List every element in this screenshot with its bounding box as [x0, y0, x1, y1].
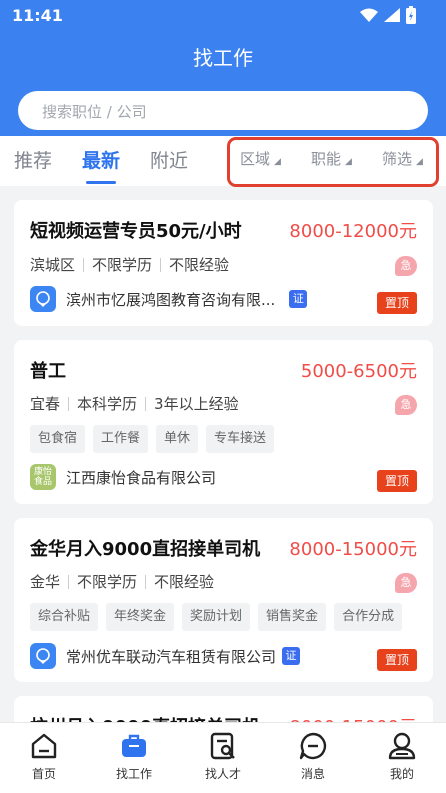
status-time: 11:41 [12, 6, 63, 25]
nav-messages[interactable]: 消息 [283, 731, 343, 782]
company-name: 江西康怡食品有限公司 [66, 468, 217, 487]
search-input[interactable]: 搜索职位 / 公司 [18, 91, 428, 130]
job-card[interactable]: 普工 5000-6500元 宜春 本科学历 3年以上经验 急 包食宿 工作餐 单… [14, 340, 433, 504]
urgent-badge: 急 [395, 573, 417, 593]
active-tab-indicator [86, 181, 116, 184]
job-tag: 包食宿 [30, 425, 86, 453]
job-location: 滨城区 [30, 256, 76, 274]
job-tag: 年终奖金 [106, 603, 175, 631]
company-name: 常州优车联动汽车租赁有限公司 [66, 647, 277, 666]
job-title: 短视频运营专员50元/小时 [30, 221, 242, 242]
bottom-navigation: 首页 找工作 找人才 消息 我的 [0, 722, 446, 793]
search-placeholder: 搜索职位 / 公司 [42, 103, 147, 121]
company-row: 康怡 食品 江西康怡食品有限公司 [30, 464, 216, 490]
company-logo: 康怡 食品 [30, 464, 56, 490]
certified-badge: 证 [289, 290, 308, 308]
job-tags: 综合补贴 年终奖金 奖励计划 销售奖金 合作分成 [30, 603, 403, 631]
company-row: 常州优车联动汽车租赁有限公司 证 [30, 643, 301, 669]
nav-jobs-label: 找工作 [115, 767, 152, 781]
filter-highlight-box [227, 137, 439, 187]
job-experience: 不限经验 [169, 256, 230, 274]
pinned-badge: 置顶 [377, 292, 417, 314]
job-salary: 8000-12000元 [289, 221, 417, 242]
company-logo [30, 286, 56, 312]
wifi-icon [360, 8, 378, 22]
nav-talent-label: 找人才 [204, 767, 241, 781]
profile-icon [388, 732, 416, 760]
job-tag: 综合补贴 [30, 603, 99, 631]
top-bar: 11:41 找工作 搜索职位 / 公司 [0, 0, 446, 136]
tab-latest[interactable]: 最新 [82, 146, 120, 173]
job-meta: 宜春 本科学历 3年以上经验 [30, 393, 239, 414]
company-row: 滨州市忆展鸿图教育咨询有限... 证 [30, 286, 308, 312]
pinned-badge: 置顶 [377, 649, 417, 671]
company-name: 滨州市忆展鸿图教育咨询有限... [66, 290, 276, 309]
job-experience: 不限经验 [154, 573, 215, 591]
job-salary: 8000-15000元 [289, 539, 417, 560]
tab-recommend[interactable]: 推荐 [14, 146, 52, 173]
job-tags: 包食宿 工作餐 单休 专车接送 [30, 425, 275, 453]
job-meta: 滨城区 不限学历 不限经验 [30, 254, 229, 275]
job-experience: 3年以上经验 [154, 395, 239, 413]
job-tag: 专车接送 [206, 425, 275, 453]
job-salary: 5000-6500元 [300, 361, 417, 382]
status-icons [360, 6, 416, 24]
pinned-badge: 置顶 [377, 470, 417, 492]
urgent-badge: 急 [395, 395, 417, 415]
job-education: 不限学历 [92, 256, 153, 274]
nav-jobs[interactable]: 找工作 [104, 731, 164, 782]
job-tag: 工作餐 [93, 425, 149, 453]
nav-messages-label: 消息 [300, 767, 325, 781]
job-title: 金华月入9000直招接单司机 [30, 539, 261, 560]
certified-badge: 证 [282, 647, 301, 665]
location-pin-icon [36, 648, 50, 664]
job-education: 不限学历 [77, 573, 138, 591]
job-tag: 单休 [156, 425, 199, 453]
job-tag: 合作分成 [334, 603, 403, 631]
nav-profile[interactable]: 我的 [372, 731, 432, 782]
talent-search-icon [210, 732, 235, 760]
job-meta: 金华 不限学历 不限经验 [30, 571, 214, 592]
nav-home[interactable]: 首页 [14, 731, 74, 782]
home-icon [31, 733, 57, 759]
tab-nearby[interactable]: 附近 [150, 146, 188, 173]
urgent-badge: 急 [395, 256, 417, 276]
job-education: 本科学历 [77, 395, 138, 413]
job-location: 宜春 [30, 395, 61, 413]
briefcase-icon [122, 734, 146, 757]
nav-talent[interactable]: 找人才 [193, 731, 253, 782]
job-title: 普工 [30, 361, 66, 382]
battery-icon [406, 6, 416, 24]
signal-icon [384, 8, 400, 22]
nav-home-label: 首页 [31, 767, 56, 781]
job-tag: 销售奖金 [258, 603, 327, 631]
page-title: 找工作 [193, 46, 253, 70]
message-icon [299, 732, 327, 760]
job-location: 金华 [30, 573, 61, 591]
status-bar: 11:41 [0, 0, 446, 30]
company-logo [30, 643, 56, 669]
job-card[interactable]: 金华月入9000直招接单司机 8000-15000元 金华 不限学历 不限经验 … [14, 518, 433, 682]
nav-profile-label: 我的 [389, 767, 414, 781]
location-pin-icon [36, 291, 50, 307]
job-card[interactable]: 短视频运营专员50元/小时 8000-12000元 滨城区 不限学历 不限经验 … [14, 200, 433, 326]
job-tag: 奖励计划 [182, 603, 251, 631]
